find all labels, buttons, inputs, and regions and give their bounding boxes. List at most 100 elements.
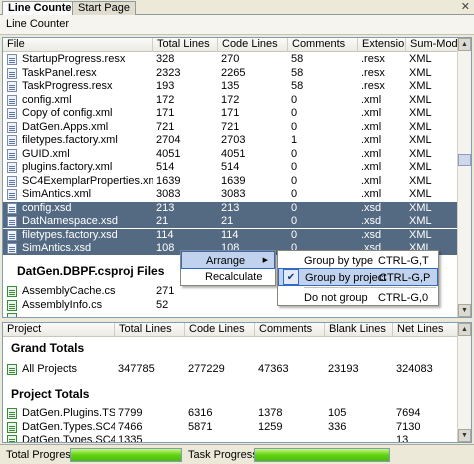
column-header-total-lines[interactable]: Total Lines bbox=[115, 323, 185, 337]
column-header-file[interactable]: File bbox=[3, 38, 153, 52]
file-row[interactable]: filetypes.factory.xsd 114 114 0 .xsd XML bbox=[3, 228, 459, 242]
file-name-cell: GUID.xml bbox=[22, 147, 70, 160]
blank-lines-cell bbox=[325, 434, 393, 442]
extension-cell: .xml bbox=[361, 147, 382, 160]
project-icon bbox=[7, 421, 17, 433]
checkmark-icon: ✔ bbox=[283, 269, 299, 285]
file-name-cell: TaskPanel.resx bbox=[22, 66, 97, 79]
project-row[interactable]: DatGen.Types.SC4.Core7466 5871 1259 336 7130 bbox=[3, 421, 459, 434]
column-header-code-lines[interactable]: Code Lines bbox=[218, 38, 288, 52]
file-row[interactable]: SC4ExemplarProperties.xml 1639 1639 0 .xml XM… bbox=[3, 175, 459, 188]
file-name-cell: SimAntics.xml bbox=[22, 188, 92, 200]
xml-file-icon bbox=[7, 216, 17, 227]
extension-cell: .xml bbox=[361, 93, 382, 106]
extension-cell: .resx bbox=[361, 66, 385, 79]
file-list-scrollbar[interactable]: ▲ ▼ bbox=[457, 38, 471, 317]
file-row[interactable]: config.xsd 213 213 0 .xsd XML bbox=[3, 201, 459, 215]
comments-cell: 0 bbox=[291, 174, 298, 187]
total-lines-cell: 7799 bbox=[118, 407, 143, 419]
file-row[interactable]: StartupProgress.resx 328 270 58 .resx XML bbox=[3, 53, 459, 66]
column-header-extension[interactable]: Extension bbox=[358, 38, 406, 52]
file-row[interactable]: plugins.factory.xml 514 514 0 .xml XML bbox=[3, 161, 459, 174]
code-lines-cell: 172 bbox=[221, 93, 240, 106]
column-header-total-lines[interactable]: Total Lines bbox=[153, 38, 218, 52]
file-row[interactable]: GUID.xml 4051 4051 0 .xml XML bbox=[3, 148, 459, 161]
file-row[interactable]: Copy of config.xml 171 171 0 .xml XML bbox=[3, 107, 459, 120]
column-header-comments[interactable]: Comments bbox=[288, 38, 358, 52]
xml-file-icon bbox=[7, 54, 17, 65]
file-row[interactable]: TaskProgress.resx 193 135 58 .resx XML bbox=[3, 80, 459, 93]
project-row[interactable]: DatGen.Plugins.TS2.Lil…7799 6316 1378 105 76… bbox=[3, 407, 459, 420]
total-lines-cell: 172 bbox=[156, 93, 175, 106]
project-row[interactable]: DatGen.Types.SC4.…1335 13 bbox=[3, 434, 459, 443]
close-icon[interactable]: ✕ bbox=[461, 1, 470, 14]
scroll-up-button[interactable]: ▲ bbox=[458, 323, 471, 336]
column-header-blank-lines[interactable]: Blank Lines bbox=[325, 323, 393, 337]
file-name-cell: AssemblyCache.cs bbox=[22, 285, 116, 297]
xml-file-icon bbox=[7, 229, 17, 241]
sum-mode-cell: XML bbox=[409, 80, 432, 92]
comments-cell: 58 bbox=[291, 66, 304, 79]
file-list-header: File Total Lines Code Lines Comments Ext… bbox=[3, 38, 459, 52]
file-row[interactable]: filetypes.factory.xml 2704 2703 1 .xml XML bbox=[3, 134, 459, 147]
scroll-down-button[interactable]: ▼ bbox=[458, 304, 471, 317]
comments-cell: 0 bbox=[291, 120, 298, 133]
net-lines-cell: 13 bbox=[396, 434, 409, 443]
task-progress-label: Task Progress: bbox=[188, 449, 261, 461]
column-header-code-lines[interactable]: Code Lines bbox=[185, 323, 255, 337]
project-totals-title: Project Totals bbox=[11, 387, 90, 401]
total-progress-bar bbox=[70, 448, 182, 462]
extension-cell: .resx bbox=[361, 53, 385, 65]
column-header-sum-mode[interactable]: Sum-Mode bbox=[406, 38, 459, 52]
context-menu: Arrange ▶ Recalculate bbox=[180, 250, 276, 286]
scroll-down-button[interactable]: ▼ bbox=[458, 429, 471, 442]
column-header-net-lines[interactable]: Net Lines bbox=[393, 323, 459, 337]
file-row[interactable]: DatNamespace.xsd 21 21 0 .xsd XML bbox=[3, 215, 459, 228]
sum-mode-cell: XML bbox=[409, 215, 432, 227]
sum-mode-cell: XML bbox=[409, 66, 432, 79]
menu-item-arrange[interactable]: Arrange ▶ bbox=[181, 251, 275, 269]
file-name-cell: filetypes.factory.xml bbox=[22, 134, 118, 146]
code-lines-cell: 2703 bbox=[221, 134, 246, 146]
project-totals-pane[interactable]: Project Total Lines Code Lines Comments … bbox=[2, 322, 472, 443]
file-row[interactable]: SimAntics.xml 3083 3083 0 .xml XML bbox=[3, 188, 459, 201]
total-lines-cell: 347785 bbox=[118, 363, 155, 375]
blank-lines-cell: 336 bbox=[328, 420, 347, 433]
extension-cell: .resx bbox=[361, 80, 385, 92]
total-lines-cell: 213 bbox=[156, 201, 175, 214]
xml-file-icon bbox=[7, 121, 17, 133]
project-list-scrollbar[interactable]: ▲ ▼ bbox=[457, 323, 471, 442]
tab-start-page[interactable]: Start Page bbox=[72, 1, 136, 15]
file-row[interactable]: config.xml 172 172 0 .xml XML bbox=[3, 94, 459, 107]
total-lines-cell: 52 bbox=[156, 298, 169, 311]
menu-item-shortcut: CTRL-G,0 bbox=[378, 292, 429, 304]
project-list-header: Project Total Lines Code Lines Comments … bbox=[3, 323, 459, 337]
extension-cell: .xsd bbox=[361, 215, 382, 227]
scroll-up-button[interactable]: ▲ bbox=[458, 38, 471, 51]
cs-file-icon bbox=[7, 299, 17, 311]
menu-item-group-by-project[interactable]: ✔ Group by project CTRL-G,P bbox=[278, 268, 438, 286]
menu-item-label: Recalculate bbox=[205, 271, 263, 283]
comments-cell: 0 bbox=[291, 107, 298, 119]
extension-cell: .xml bbox=[361, 107, 382, 119]
comments-cell: 58 bbox=[291, 53, 304, 65]
cs-file-icon bbox=[7, 286, 17, 297]
total-lines-cell: 193 bbox=[156, 80, 175, 92]
code-lines-cell: 4051 bbox=[221, 147, 246, 160]
net-lines-cell: 7130 bbox=[396, 420, 421, 433]
file-row[interactable]: DatGen.Apps.xml 721 721 0 .xml XML bbox=[3, 121, 459, 134]
comments-cell: 1259 bbox=[258, 420, 283, 433]
menu-item-do-not-group[interactable]: Do not group CTRL-G,0 bbox=[278, 289, 438, 307]
project-row[interactable]: All Projects 347785 277229 47363 23193 324083 bbox=[3, 363, 459, 376]
project-icon bbox=[7, 435, 17, 442]
code-lines-cell: 114 bbox=[221, 228, 239, 241]
column-header-project[interactable]: Project bbox=[3, 323, 115, 337]
file-row[interactable]: TaskPanel.resx 2323 2265 58 .resx XML bbox=[3, 67, 459, 80]
extension-cell: .xml bbox=[361, 188, 382, 200]
xml-file-icon bbox=[7, 148, 17, 160]
scroll-thumb[interactable] bbox=[458, 154, 471, 166]
menu-item-recalculate[interactable]: Recalculate bbox=[181, 268, 275, 286]
tab-line-counter[interactable]: Line Counter bbox=[2, 1, 82, 15]
column-header-comments[interactable]: Comments bbox=[255, 323, 325, 337]
comments-cell: 0 bbox=[291, 147, 298, 160]
